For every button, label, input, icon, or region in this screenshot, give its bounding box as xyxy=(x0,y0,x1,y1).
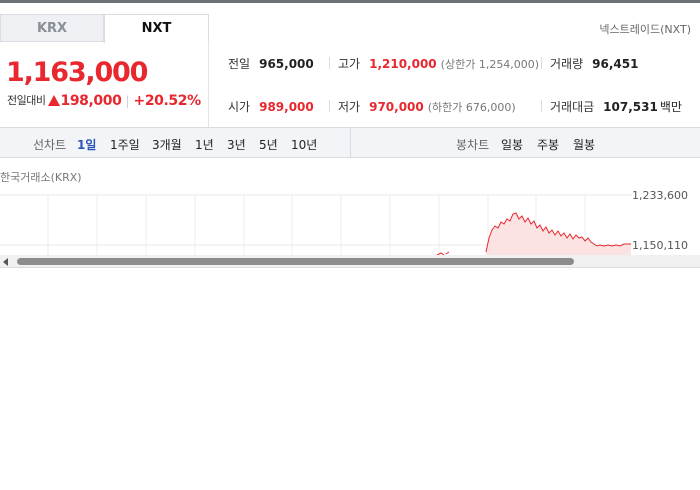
period-1w[interactable]: 1주일 xyxy=(110,136,140,153)
stat-label: 전일 xyxy=(228,57,251,71)
y-tick-label: 1,150,110 xyxy=(632,239,688,252)
candle-weekly[interactable]: 주봉 xyxy=(537,136,559,153)
current-price: 1,163,000 xyxy=(6,57,148,88)
stat-value: 989,000 xyxy=(259,100,314,114)
change-label: 전일대비 xyxy=(7,94,46,107)
scroll-left-arrow-icon[interactable] xyxy=(3,258,8,266)
stat-label: 고가 xyxy=(338,57,361,71)
stat-unit: 백만 xyxy=(659,100,682,114)
line-chart-label: 선차트 xyxy=(33,138,67,152)
period-1y[interactable]: 1년 xyxy=(195,136,214,153)
price-chart-svg xyxy=(0,194,632,256)
scroll-thumb[interactable] xyxy=(17,258,574,265)
stat-divider xyxy=(541,57,542,69)
top-border xyxy=(0,0,700,3)
chart-scrollbar[interactable] xyxy=(0,255,700,268)
y-tick-label: 1,233,600 xyxy=(632,189,688,202)
price-chart: 1,233,600 1,150,110 xyxy=(0,186,700,256)
candle-monthly[interactable]: 월봉 xyxy=(573,136,595,153)
candle-chart-label: 봉차트 xyxy=(456,138,490,152)
stat-high: 고가 1,210,000 (상한가 1,254,000) xyxy=(338,55,539,72)
stat-divider xyxy=(329,57,330,69)
stat-label: 거래량 xyxy=(550,57,584,71)
stat-open: 시가 989,000 xyxy=(228,98,314,115)
up-arrow-icon xyxy=(48,95,61,106)
market-label: 넥스트레이드(NXT) xyxy=(599,23,691,36)
period-3m[interactable]: 3개월 xyxy=(152,136,182,153)
stat-value: 970,000 xyxy=(369,100,424,114)
period-1d[interactable]: 1일 xyxy=(77,136,96,153)
tab-nxt[interactable]: NXT xyxy=(104,14,209,43)
period-3y[interactable]: 3년 xyxy=(227,136,246,153)
chart-controls: 선차트 1일 1주일 3개월 1년 3년 5년 10년 봉차트 일봉 주봉 월봉 xyxy=(0,127,700,158)
exchange-label: 한국거래소(KRX) xyxy=(0,171,82,184)
stat-trade-value: 거래대금 107,531 백만 xyxy=(550,98,682,115)
price-divider xyxy=(208,42,209,127)
stat-prev-close: 전일 965,000 xyxy=(228,55,314,72)
controls-divider xyxy=(350,128,351,157)
change-percent: +20.52% xyxy=(133,93,202,109)
stat-divider xyxy=(541,100,542,112)
change-amount: 198,000 xyxy=(60,93,122,109)
stat-value: 96,451 xyxy=(592,57,639,71)
market-tabs: KRX NXT xyxy=(0,14,700,43)
stat-sub: (하한가 676,000) xyxy=(427,101,516,114)
candle-daily[interactable]: 일봉 xyxy=(501,136,523,153)
stat-value: 965,000 xyxy=(259,57,314,71)
stat-low: 저가 970,000 (하한가 676,000) xyxy=(338,98,516,115)
change-divider: | xyxy=(125,94,130,108)
stat-label: 저가 xyxy=(338,100,361,114)
stat-divider xyxy=(329,100,330,112)
tab-krx[interactable]: KRX xyxy=(0,14,104,42)
stat-sub: (상한가 1,254,000) xyxy=(440,58,540,71)
stat-value: 1,210,000 xyxy=(369,57,437,71)
stat-label: 거래대금 xyxy=(550,100,595,114)
stat-label: 시가 xyxy=(228,100,251,114)
stat-volume: 거래량 96,451 xyxy=(550,55,638,72)
price-change: 전일대비 198,000 | +20.52% xyxy=(7,92,201,109)
period-5y[interactable]: 5년 xyxy=(259,136,278,153)
period-10y[interactable]: 10년 xyxy=(291,136,317,153)
stat-value: 107,531 xyxy=(603,100,658,114)
